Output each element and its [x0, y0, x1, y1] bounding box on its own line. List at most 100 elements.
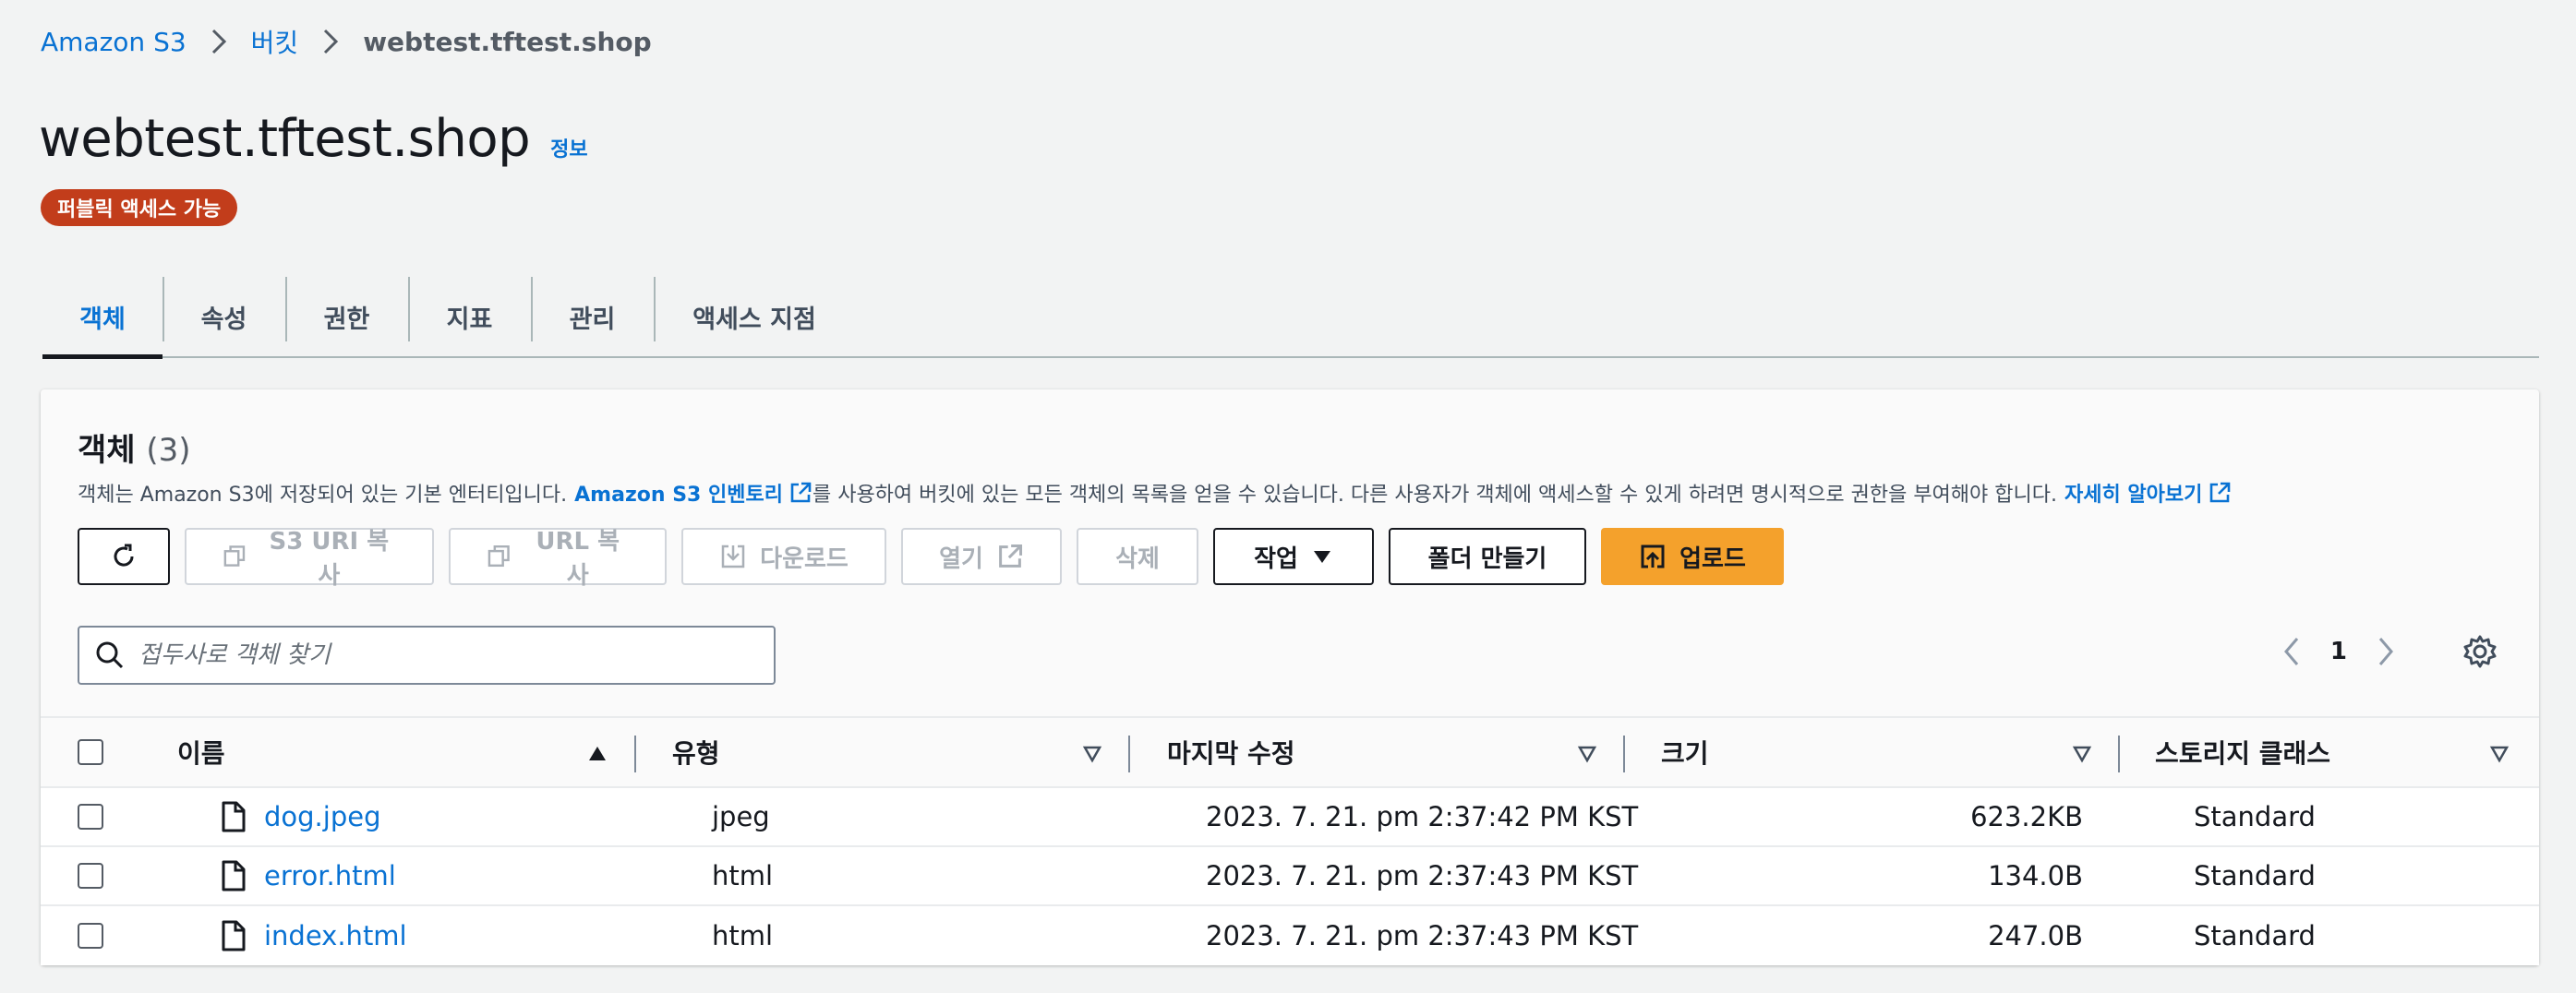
row-checkbox[interactable]: [78, 804, 103, 830]
column-header-storage-class[interactable]: 스토리지 클래스: [2155, 734, 2330, 771]
page-number[interactable]: 1: [2330, 638, 2347, 665]
inventory-link[interactable]: Amazon S3 인벤토리: [574, 478, 813, 508]
external-link-icon: [999, 544, 1022, 568]
breadcrumb-amazon-s3[interactable]: Amazon S3: [41, 27, 187, 57]
learn-more-link[interactable]: 자세히 알아보기: [2064, 478, 2232, 508]
refresh-button[interactable]: [78, 528, 170, 585]
table-header: 이름 유형 마지막 수정 크기 스토리지 클래스: [41, 716, 2539, 788]
tab-properties[interactable]: 속성: [163, 277, 285, 356]
breadcrumb-current-bucket: webtest.tftest.shop: [363, 26, 652, 57]
breadcrumb-buckets[interactable]: 버킷: [251, 23, 299, 60]
sort-ascending-icon[interactable]: [587, 744, 608, 764]
file-icon: [222, 860, 246, 891]
caret-down-icon: [1313, 551, 1330, 563]
delete-button[interactable]: 삭제: [1077, 528, 1198, 585]
upload-icon: [1641, 544, 1665, 568]
copy-s3-uri-label: S3 URI 복사: [269, 528, 390, 590]
column-divider[interactable]: [1623, 736, 1625, 772]
objects-count: (3): [146, 432, 191, 469]
row-select-cell: [78, 804, 103, 830]
object-link[interactable]: index.html: [264, 920, 407, 951]
chevron-left-icon[interactable]: [2279, 633, 2305, 670]
column-header-type[interactable]: 유형: [672, 734, 720, 771]
tab-metrics[interactable]: 지표: [408, 277, 531, 356]
actions-label: 작업: [1254, 544, 1298, 573]
learn-more-label: 자세히 알아보기: [2064, 484, 2203, 507]
name-cell: index.html: [220, 920, 407, 951]
download-button[interactable]: 다운로드: [681, 528, 886, 585]
objects-toolbar: S3 URI 복사 URL 복사 다운로드 열기 삭제 작업 폴더 만들기 업로…: [78, 528, 1784, 590]
copy-s3-uri-button[interactable]: S3 URI 복사: [185, 528, 434, 590]
modified-cell: 2023. 7. 21. pm 2:37:42 PM KST: [1206, 801, 1639, 832]
column-header-last-modified[interactable]: 마지막 수정: [1167, 734, 1295, 771]
tab-management[interactable]: 관리: [531, 277, 654, 356]
sort-icon[interactable]: [1082, 744, 1102, 764]
size-cell: 247.0B: [1988, 920, 2083, 951]
actions-dropdown[interactable]: 작업: [1213, 528, 1374, 585]
external-link-icon: [790, 482, 812, 503]
modified-cell: 2023. 7. 21. pm 2:37:43 PM KST: [1206, 860, 1639, 891]
select-all-checkbox[interactable]: [78, 739, 103, 765]
storage-class-cell: Standard: [2194, 860, 2316, 891]
file-icon: [222, 920, 246, 951]
upload-button[interactable]: 업로드: [1601, 528, 1784, 585]
info-link[interactable]: 정보: [550, 133, 587, 162]
sort-icon[interactable]: [2489, 744, 2510, 764]
sort-icon[interactable]: [2072, 744, 2092, 764]
tab-permissions[interactable]: 권한: [285, 277, 408, 356]
row-checkbox[interactable]: [78, 923, 103, 949]
storage-class-cell: Standard: [2194, 920, 2316, 951]
pagination: 1: [2279, 633, 2498, 670]
table-row: error.html html 2023. 7. 21. pm 2:37:43 …: [41, 847, 2539, 906]
row-select-cell: [78, 923, 103, 949]
table-row: index.html html 2023. 7. 21. pm 2:37:43 …: [41, 906, 2539, 965]
refresh-icon: [114, 544, 134, 567]
desc-prefix: 객체는 Amazon S3에 저장되어 있는 기본 엔터티입니다.: [78, 484, 568, 507]
type-cell: html: [712, 920, 774, 951]
table-row: dog.jpeg jpeg 2023. 7. 21. pm 2:37:42 PM…: [41, 788, 2539, 847]
column-header-size[interactable]: 크기: [1661, 734, 1709, 771]
tab-access-points[interactable]: 액세스 지점: [654, 277, 855, 356]
public-access-badge: 퍼블릭 액세스 가능: [41, 189, 238, 226]
object-link[interactable]: dog.jpeg: [264, 801, 381, 832]
upload-label: 업로드: [1679, 544, 1746, 573]
column-divider[interactable]: [2118, 736, 2120, 772]
row-checkbox[interactable]: [78, 863, 103, 889]
search-icon: [96, 641, 124, 669]
tab-bar: 객체 속성 권한 지표 관리 액세스 지점: [42, 277, 2539, 359]
chevron-right-icon: [320, 28, 341, 55]
copy-url-button[interactable]: URL 복사: [449, 528, 667, 590]
inventory-link-label: Amazon S3 인벤토리: [574, 484, 783, 507]
file-icon: [222, 801, 246, 832]
page-title: webtest.tftest.shop: [39, 109, 531, 169]
download-icon: [721, 544, 745, 568]
column-divider[interactable]: [1128, 736, 1130, 772]
column-header-name[interactable]: 이름: [177, 734, 225, 771]
objects-heading-label: 객체: [78, 432, 136, 469]
open-button[interactable]: 열기: [901, 528, 1062, 585]
external-link-icon: [2210, 482, 2231, 503]
create-folder-label: 폴더 만들기: [1427, 544, 1547, 573]
objects-description: 객체는 Amazon S3에 저장되어 있는 기본 엔터티입니다. Amazon…: [78, 478, 2232, 508]
select-all-cell: [78, 739, 103, 765]
chevron-right-icon: [209, 28, 229, 55]
objects-header: 객체 (3): [78, 425, 191, 470]
modified-cell: 2023. 7. 21. pm 2:37:43 PM KST: [1206, 920, 1639, 951]
object-link[interactable]: error.html: [264, 860, 396, 891]
objects-heading: 객체 (3): [78, 425, 191, 470]
type-cell: html: [712, 860, 774, 891]
objects-table: 이름 유형 마지막 수정 크기 스토리지 클래스 dog.jpeg jpeg 2…: [41, 716, 2539, 965]
create-folder-button[interactable]: 폴더 만들기: [1389, 528, 1586, 585]
delete-label: 삭제: [1115, 544, 1160, 573]
column-divider[interactable]: [634, 736, 636, 772]
size-cell: 134.0B: [1988, 860, 2083, 891]
sort-icon[interactable]: [1577, 744, 1597, 764]
gear-icon[interactable]: [2462, 633, 2498, 670]
chevron-right-icon[interactable]: [2373, 633, 2399, 670]
row-select-cell: [78, 863, 103, 889]
desc-middle: 를 사용하여 버킷에 있는 모든 객체의 목록을 얻을 수 있습니다. 다른 사…: [812, 484, 2057, 507]
search-input[interactable]: [138, 641, 774, 669]
open-label: 열기: [939, 544, 983, 573]
tab-objects[interactable]: 객체: [42, 277, 163, 359]
breadcrumb: Amazon S3 버킷 webtest.tftest.shop: [41, 22, 652, 61]
